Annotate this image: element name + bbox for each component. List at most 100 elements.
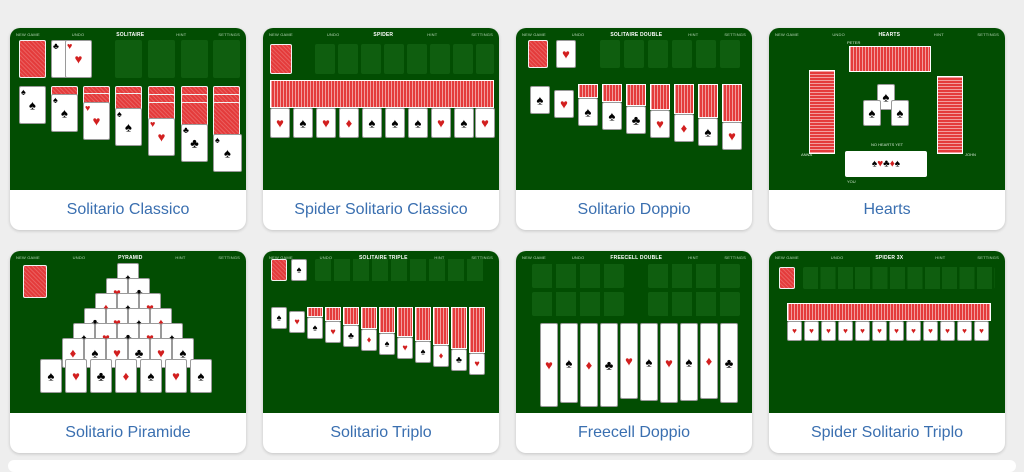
tableau-card-backs — [626, 84, 646, 106]
game-tile-spider-solitario-triplo[interactable]: NEW GAME UNDO SPIDER 3X HINT SETTINGS ♥ … — [769, 251, 1005, 453]
tableau-card-backs — [270, 80, 494, 108]
freecell-slots — [532, 292, 624, 316]
stock-pile — [779, 267, 795, 289]
game-title-link[interactable]: Hearts — [769, 190, 1005, 230]
trick-card: ♠ — [891, 100, 909, 126]
tableau-card: ♠ — [578, 98, 598, 126]
tableau-card: ♥ ♥ — [83, 102, 110, 140]
foundation-slot — [430, 44, 450, 74]
tableau-card-backs — [307, 307, 323, 317]
tableau-card-backs — [674, 84, 694, 114]
foundation-slot — [338, 44, 358, 74]
player-name: ANNA — [801, 152, 813, 157]
stock-pile — [19, 40, 46, 78]
game-title-link[interactable]: Solitario Triplo — [263, 413, 499, 453]
tableau-card: ♥ — [787, 321, 802, 341]
tableau-card: ♦ — [339, 108, 359, 138]
toolbar-item: UNDO — [830, 255, 844, 260]
game-title-link[interactable]: Spider Solitario Classico — [263, 190, 499, 230]
thumbnail-game-title: FREECELL DOUBLE — [610, 254, 663, 261]
tableau-card-backs — [722, 84, 742, 122]
tableau-card: ♠ — [307, 317, 323, 339]
thumbnail-toolbar: NEW GAME UNDO SPIDER 3X HINT SETTINGS — [775, 254, 999, 261]
game-title-link[interactable]: Spider Solitario Triplo — [769, 413, 1005, 453]
thumbnail-game-title: SPIDER 3X — [875, 254, 904, 261]
tableau-card: ♥ — [872, 321, 887, 341]
toolbar-item: HINT — [427, 32, 438, 37]
foundation-slot — [476, 44, 494, 74]
pyramid-card: ♥ — [65, 359, 87, 393]
game-title-link[interactable]: Solitario Piramide — [10, 413, 246, 453]
tableau-card-backs — [787, 303, 991, 321]
foundation-slot — [672, 40, 692, 68]
game-tile-solitario-doppio[interactable]: NEW GAME UNDO SOLITAIRE DOUBLE HINT SETT… — [516, 28, 752, 230]
toolbar-item: SETTINGS — [977, 32, 999, 37]
pyramid-card: ♠ — [40, 359, 62, 393]
player-hand: ♠♥♣♦♠ — [845, 151, 927, 177]
game-tile-hearts[interactable]: NEW GAME UNDO HEARTS HINT SETTINGS PETER… — [769, 28, 1005, 230]
toolbar-item: HINT — [933, 32, 944, 37]
tableau-column: ♥ — [540, 323, 558, 407]
tableau-column: ♥ — [620, 323, 638, 399]
toolbar-item: UNDO — [72, 255, 86, 260]
toolbar-item: NEW GAME — [775, 32, 799, 37]
thumbnail-game-title: HEARTS — [878, 31, 901, 38]
tableau-card-backs — [415, 307, 431, 341]
tableau-card: ♥ — [722, 122, 742, 150]
game-tile-freecell-doppio[interactable]: NEW GAME UNDO FREECELL DOUBLE HINT SETTI… — [516, 251, 752, 453]
game-title-link[interactable]: Solitario Doppio — [516, 190, 752, 230]
tableau-card: ♥ — [855, 321, 870, 341]
game-tile-solitario-classico[interactable]: NEW GAME UNDO SOLITAIRE HINT SETTINGS ♣ … — [10, 28, 246, 230]
game-thumbnail: NEW GAME UNDO SOLITAIRE TRIPLE HINT SETT… — [263, 251, 499, 413]
foundation-slots — [315, 259, 485, 281]
game-thumbnail: NEW GAME UNDO SOLITAIRE HINT SETTINGS ♣ … — [10, 28, 246, 190]
tableau-column: ♠ — [680, 323, 698, 401]
trick-card: ♠ — [863, 100, 881, 126]
player-name: JOHN — [965, 152, 976, 157]
foundation-slot — [624, 40, 644, 68]
tableau-column: ♦ — [700, 323, 718, 399]
foundation-slots — [648, 292, 740, 316]
tableau-card: ♠ — [362, 108, 382, 138]
thumbnail-game-title: SPIDER — [373, 31, 394, 38]
pyramid-card: ♥ — [165, 359, 187, 393]
foundation-slot — [384, 44, 404, 74]
tableau-card: ♥ — [821, 321, 836, 341]
toolbar-item: UNDO — [326, 32, 340, 37]
tableau-card: ♥ — [289, 311, 305, 333]
toolbar-item: NEW GAME — [522, 255, 546, 260]
game-tile-solitario-piramide[interactable]: NEW GAME UNDO PYRAMID HINT SETTINGS ♠ ♥ … — [10, 251, 246, 453]
tableau-card: ♥ — [906, 321, 921, 341]
tableau-card-backs — [433, 307, 449, 345]
game-thumbnail: NEW GAME UNDO SPIDER 3X HINT SETTINGS ♥ … — [769, 251, 1005, 413]
tableau-card: ♠ — [530, 86, 550, 114]
tableau-column: ♦ — [580, 323, 598, 407]
toolbar-item: NEW GAME — [522, 32, 546, 37]
tableau-card: ♥ — [469, 353, 485, 375]
tableau-card: ♥ — [475, 108, 495, 138]
game-thumbnail: NEW GAME UNDO FREECELL DOUBLE HINT SETTI… — [516, 251, 752, 413]
game-title-link[interactable]: Solitario Classico — [10, 190, 246, 230]
tableau-column: ♠ — [640, 323, 658, 401]
game-thumbnail: NEW GAME UNDO SPIDER HINT SETTINGS ♥ ♠ ♥… — [263, 28, 499, 190]
foundation-slot — [696, 40, 716, 68]
tableau-card: ♥ — [650, 110, 670, 138]
tableau-card: ♥ — [316, 108, 336, 138]
pyramid-card: ♠ — [140, 359, 162, 393]
pyramid-card: ♦ — [115, 359, 137, 393]
tableau-card: ♠ — [415, 341, 431, 363]
foundation-slots — [803, 267, 995, 289]
tableau-card-backs — [469, 307, 485, 353]
opponent-hand-left — [809, 70, 835, 154]
tableau-card-backs — [578, 84, 598, 98]
pyramid-card: ♠ — [190, 359, 212, 393]
toolbar-item: UNDO — [571, 255, 585, 260]
foundation-slot — [115, 40, 142, 78]
game-tile-solitario-triplo[interactable]: NEW GAME UNDO SOLITAIRE TRIPLE HINT SETT… — [263, 251, 499, 453]
foundation-slot — [315, 44, 335, 74]
game-tile-spider-solitario-classico[interactable]: NEW GAME UNDO SPIDER HINT SETTINGS ♥ ♠ ♥… — [263, 28, 499, 230]
game-title-link[interactable]: Freecell Doppio — [516, 413, 752, 453]
foundation-slot — [213, 40, 240, 78]
thumbnail-toolbar: NEW GAME UNDO SPIDER HINT SETTINGS — [269, 31, 493, 38]
foundation-slot — [648, 40, 668, 68]
